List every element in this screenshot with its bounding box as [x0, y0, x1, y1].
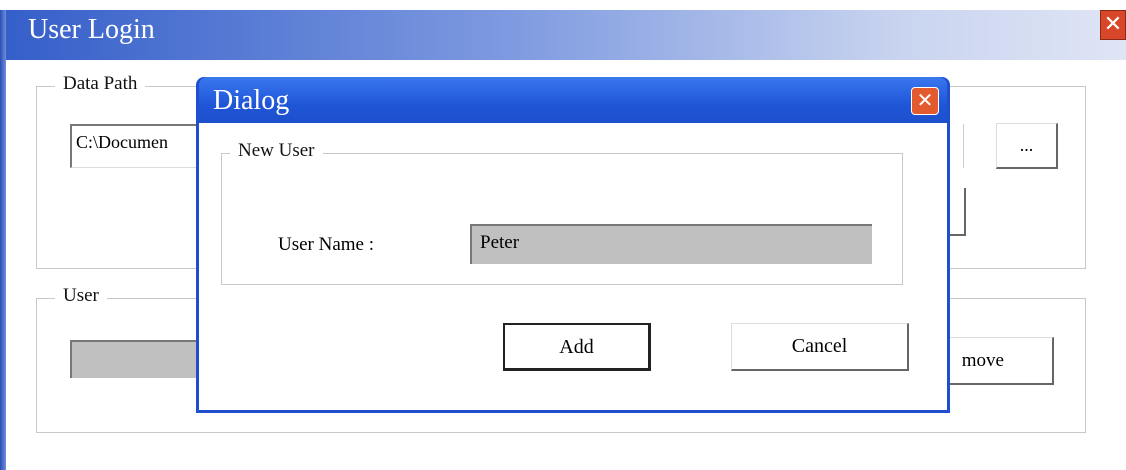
- cancel-button[interactable]: Cancel: [731, 323, 909, 371]
- user-select-field[interactable]: [70, 340, 210, 378]
- dialog-close-icon[interactable]: ✕: [911, 87, 939, 115]
- new-user-dialog: Dialog ✕ New User User Name : Peter Add …: [196, 77, 950, 413]
- user-legend: User: [55, 285, 107, 307]
- browse-button[interactable]: ...: [996, 123, 1058, 169]
- add-button[interactable]: Add: [503, 323, 651, 371]
- dialog-body: New User User Name : Peter Add Cancel: [199, 123, 947, 410]
- main-window-title: User Login: [28, 14, 155, 45]
- new-user-legend: New User: [230, 140, 323, 162]
- main-close-icon[interactable]: ✕: [1100, 10, 1126, 40]
- dialog-title: Dialog: [213, 85, 290, 116]
- user-name-input[interactable]: Peter: [470, 224, 872, 264]
- new-user-group: New User User Name : Peter: [221, 140, 903, 285]
- window-left-border: [0, 10, 6, 470]
- user-name-label: User Name :: [278, 234, 375, 255]
- remove-button-label: move: [961, 350, 1004, 371]
- dialog-titlebar[interactable]: Dialog ✕: [199, 77, 947, 123]
- main-titlebar[interactable]: User Login: [6, 10, 1126, 60]
- data-path-input[interactable]: C:\Documen: [70, 124, 210, 168]
- data-path-legend: Data Path: [55, 73, 146, 95]
